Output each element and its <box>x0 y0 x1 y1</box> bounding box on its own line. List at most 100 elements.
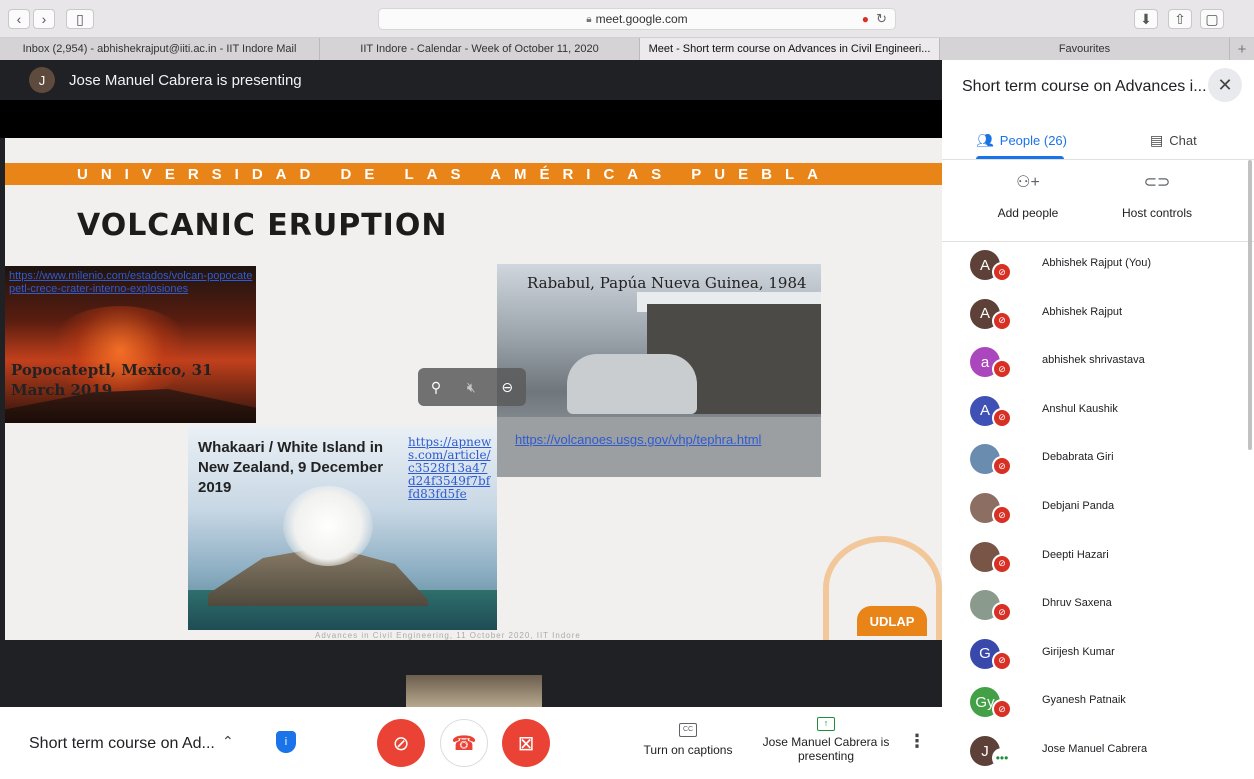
meeting-controls-bar: Short term course on Ad... ⌃ i ⊘ ☎ ⊠ CC … <box>0 707 942 779</box>
mic-off-icon: ⊘ <box>392 732 410 755</box>
tab-people[interactable]: 👥︎ People (26) <box>976 124 1067 156</box>
participant-row[interactable]: J ••• Jose Manuel Cabrera <box>942 730 1242 778</box>
mic-muted-icon: ⊘ <box>992 310 1012 331</box>
downloads-button[interactable]: ⬇ <box>1134 9 1158 29</box>
panel-title: Short term course on Advances i... <box>962 78 1207 95</box>
sidebar-toggle-button[interactable]: ▯ <box>66 9 94 29</box>
browser-toolbar: ‹ › ▯ 🔒︎ meet.google.com ● ↻ ⬇ ⇧ ▢ <box>0 0 1254 38</box>
mic-off-button[interactable]: ⊘ <box>377 719 425 767</box>
participant-row[interactable]: A ⊘ Abhishek Rajput (You) <box>942 244 1242 292</box>
mic-muted-icon: ⊘ <box>992 456 1012 477</box>
mic-recording-icon: ● <box>861 12 869 26</box>
back-button[interactable]: ‹ <box>8 9 30 29</box>
participant-name: Anshul Kaushik <box>1042 402 1118 415</box>
participant-name: Debabrata Giri <box>1042 451 1114 464</box>
people-tab-label: People (26) <box>999 132 1067 148</box>
presenter-avatar: J <box>29 67 55 93</box>
whakaari-image: Whakaari / White Island in New Zealand, … <box>188 426 497 630</box>
slide-title: VOLCANIC ERUPTION <box>77 208 448 243</box>
mic-muted-icon: ⊘ <box>992 505 1012 525</box>
participant-name: Abhishek Rajput <box>1042 305 1123 318</box>
address-bar[interactable]: 🔒︎ meet.google.com ● ↻ <box>378 8 896 30</box>
close-panel-button[interactable]: ✕ <box>1208 68 1242 102</box>
toggle-icon: ⊂⊃ <box>1143 174 1171 191</box>
people-icon: 👥︎ <box>976 131 994 148</box>
participant-row[interactable]: G ⊘ Girijesh Kumar <box>942 633 1242 681</box>
add-person-icon: ⚇+ <box>1016 174 1040 191</box>
participant-name: abhishek shrivastava <box>1042 354 1145 367</box>
participant-name: Jose Manuel Cabrera <box>1042 743 1148 755</box>
tab-favourites[interactable]: Favourites <box>940 38 1230 60</box>
participant-name: Deepti Hazari <box>1042 548 1109 561</box>
participant-list-scrollbar[interactable] <box>1248 160 1252 450</box>
participant-name: Debjani Panda <box>1042 500 1115 512</box>
presentation-float-controls: ⚲ 🔇︎ ⊖ <box>418 368 526 406</box>
tab-meet[interactable]: Meet - Short term course on Advances in … <box>640 38 940 60</box>
participant-name: Dhruv Saxena <box>1042 597 1112 610</box>
captions-button[interactable]: CC Turn on captions <box>640 723 736 757</box>
mic-muted-icon: ⊘ <box>992 553 1012 574</box>
mute-audio-icon[interactable]: 🔇︎ <box>467 379 476 396</box>
popocatepetl-image: https://www.milenio.com/estados/volcan-p… <box>5 266 256 423</box>
tab-calendar[interactable]: IIT Indore - Calendar - Week of October … <box>320 38 640 60</box>
camera-off-icon: ⊠ <box>517 732 535 755</box>
participant-name: Abhishek Rajput (You) <box>1042 257 1152 269</box>
tab-strip: Inbox (2,954) - abhishekrajput@iiti.ac.i… <box>0 38 1254 60</box>
audio-active-icon: ••• <box>992 748 1012 768</box>
camera-off-button[interactable]: ⊠ <box>502 719 550 767</box>
rabaul-image: Rababul, Papúa Nueva Guinea, 1984 https:… <box>497 264 821 477</box>
rabaul-link[interactable]: https://volcanoes.usgs.gov/vhp/tephra.ht… <box>515 432 805 448</box>
mic-muted-icon: ⊘ <box>992 262 1012 282</box>
hang-up-icon: ☎ <box>451 732 477 755</box>
meeting-title[interactable]: Short term course on Ad... <box>29 735 215 753</box>
participant-row[interactable]: Gy ⊘ Gyanesh Patnaik <box>942 681 1242 729</box>
chevron-up-icon[interactable]: ⌃ <box>222 733 234 750</box>
presenter-banner-text: Jose Manuel Cabrera is presenting <box>69 71 302 89</box>
participant-row[interactable]: ⊘ Debjani Panda <box>942 487 1242 535</box>
new-tab-button[interactable]: + <box>1230 38 1254 60</box>
slide-footer: Advances in Civil Engineering, 11 Octobe… <box>315 631 581 640</box>
participant-row[interactable]: ⊘ Dhruv Saxena <box>942 584 1242 632</box>
lock-icon: 🔒︎ <box>586 13 592 25</box>
self-view-thumbnail[interactable] <box>406 675 542 707</box>
whakaari-link[interactable]: https://apnews.com/article/c3528f13a47d2… <box>408 436 492 501</box>
reload-icon[interactable]: ↻ <box>876 11 887 27</box>
letterbox-band <box>0 100 942 138</box>
presenter-banner: J Jose Manuel Cabrera is presenting <box>0 60 942 100</box>
present-screen-icon: ↑ <box>817 717 835 731</box>
participant-row[interactable]: ⊘ Deepti Hazari <box>942 536 1242 584</box>
tab-chat[interactable]: ▤ Chat <box>1150 124 1197 156</box>
mic-muted-icon: ⊘ <box>992 359 1012 380</box>
mic-muted-icon: ⊘ <box>992 602 1012 623</box>
tab-inbox[interactable]: Inbox (2,954) - abhishekrajput@iiti.ac.i… <box>0 38 320 60</box>
security-shield-icon[interactable]: i <box>276 731 296 753</box>
chat-tab-label: Chat <box>1169 132 1197 148</box>
share-button[interactable]: ⇧ <box>1168 9 1192 29</box>
participant-row[interactable]: ⊘ Debabrata Giri <box>942 438 1242 486</box>
close-icon: ✕ <box>1217 74 1233 95</box>
participant-row[interactable]: a ⊘ abhishek shrivastava <box>942 341 1242 389</box>
forward-button[interactable]: › <box>33 9 55 29</box>
pin-icon[interactable]: ⚲ <box>431 379 441 396</box>
chat-icon: ▤ <box>1150 131 1164 148</box>
captions-label: Turn on captions <box>643 743 733 757</box>
presenting-button[interactable]: ↑ Jose Manuel Cabrera is presenting <box>760 717 892 763</box>
presentation-stage: J Jose Manuel Cabrera is presenting UNIV… <box>0 60 942 707</box>
mic-muted-icon: ⊘ <box>992 699 1012 720</box>
address-url: meet.google.com <box>595 12 688 26</box>
presenting-label: Jose Manuel Cabrera is presenting <box>762 735 890 763</box>
tabs-overview-button[interactable]: ▢ <box>1200 9 1224 29</box>
more-options-icon[interactable]: ⋮ <box>908 731 926 752</box>
participant-row[interactable]: A ⊘ Anshul Kaushik <box>942 390 1242 438</box>
slide-banner: UNIVERSIDAD DE LAS AMÉRICAS PUEBLA <box>5 163 942 185</box>
add-people-button[interactable]: ⚇+ Add people <box>968 172 1088 220</box>
remove-icon[interactable]: ⊖ <box>501 379 513 396</box>
whakaari-caption: Whakaari / White Island in New Zealand, … <box>198 439 384 496</box>
participant-row[interactable]: A ⊘ Abhishek Rajput <box>942 293 1242 341</box>
mic-muted-icon: ⊘ <box>992 650 1012 671</box>
rabaul-caption: Rababul, Papúa Nueva Guinea, 1984 <box>527 274 807 292</box>
popocatepetl-link[interactable]: https://www.milenio.com/estados/volcan-p… <box>9 270 255 296</box>
udlap-logo: UDLAP <box>857 606 927 636</box>
host-controls-button[interactable]: ⊂⊃ Host controls <box>1097 172 1217 220</box>
leave-call-button[interactable]: ☎ <box>440 719 488 767</box>
